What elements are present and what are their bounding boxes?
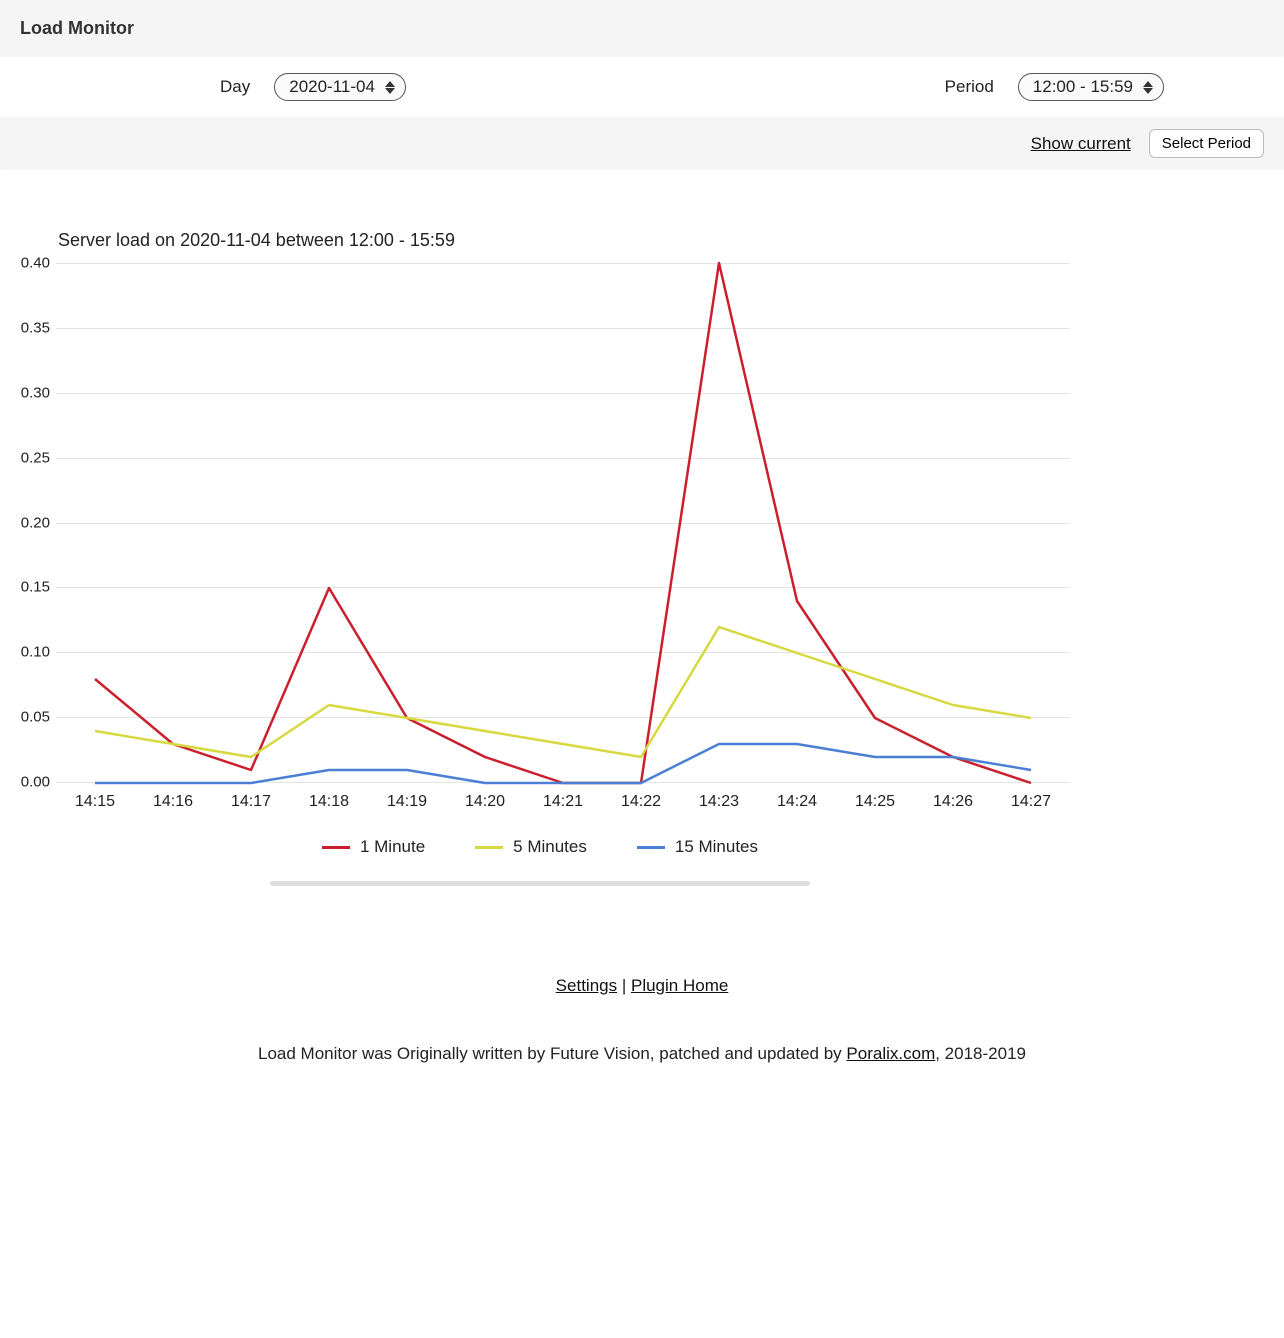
poralix-link[interactable]: Poralix.com	[846, 1044, 935, 1063]
x-tick-label: 14:16	[134, 793, 212, 811]
legend-swatch	[637, 846, 665, 849]
x-tick-label: 14:23	[680, 793, 758, 811]
x-tick-label: 14:24	[758, 793, 836, 811]
day-label: Day	[220, 77, 250, 97]
period-select-value: 12:00 - 15:59	[1033, 77, 1133, 97]
y-tick-label: 0.35	[10, 319, 50, 336]
y-tick-label: 0.10	[10, 644, 50, 661]
actions-bar: Show current Select Period	[0, 117, 1284, 170]
y-tick-label: 0.40	[10, 255, 50, 272]
select-period-button[interactable]: Select Period	[1149, 129, 1264, 158]
y-tick-label: 0.15	[10, 579, 50, 596]
y-tick-label: 0.30	[10, 384, 50, 401]
page-title: Load Monitor	[20, 18, 1264, 39]
controls-row: Day 2020-11-04 Period 12:00 - 15:59	[0, 57, 1284, 117]
x-tick-label: 14:25	[836, 793, 914, 811]
plugin-home-link[interactable]: Plugin Home	[631, 976, 728, 995]
x-tick-label: 14:20	[446, 793, 524, 811]
chevron-updown-icon	[385, 81, 395, 94]
legend-item-5min: 5 Minutes	[475, 837, 587, 857]
credit-text: , 2018-2019	[935, 1044, 1026, 1063]
chart-container: 0.000.050.100.150.200.250.300.350.40 14:…	[10, 263, 1070, 886]
credit-text: Load Monitor was Originally written by F…	[258, 1044, 846, 1063]
day-select-value: 2020-11-04	[289, 77, 375, 97]
x-tick-label: 14:19	[368, 793, 446, 811]
day-select[interactable]: 2020-11-04	[274, 73, 406, 101]
y-tick-label: 0.20	[10, 514, 50, 531]
legend-swatch	[475, 846, 503, 849]
y-tick-label: 0.05	[10, 709, 50, 726]
x-tick-label: 14:21	[524, 793, 602, 811]
legend-swatch	[322, 846, 350, 849]
footer-credit: Load Monitor was Originally written by F…	[0, 1044, 1284, 1064]
legend-item-1min: 1 Minute	[322, 837, 425, 857]
chart-legend: 1 Minute 5 Minutes 15 Minutes	[10, 837, 1070, 857]
series-line	[95, 627, 1031, 757]
separator: |	[617, 976, 631, 995]
legend-item-15min: 15 Minutes	[637, 837, 758, 857]
x-tick-label: 14:18	[290, 793, 368, 811]
footer-links: Settings | Plugin Home	[0, 976, 1284, 996]
x-tick-label: 14:26	[914, 793, 992, 811]
series-line	[95, 263, 1031, 783]
chevron-updown-icon	[1143, 81, 1153, 94]
x-axis: 14:1514:1614:1714:1814:1914:2014:2114:22…	[56, 793, 1070, 811]
chart-plot: 0.000.050.100.150.200.250.300.350.40	[56, 263, 1070, 783]
chart-title: Server load on 2020-11-04 between 12:00 …	[58, 230, 1274, 251]
x-tick-label: 14:17	[212, 793, 290, 811]
y-tick-label: 0.25	[10, 449, 50, 466]
legend-label: 1 Minute	[360, 837, 425, 857]
show-current-link[interactable]: Show current	[1031, 134, 1131, 154]
legend-label: 15 Minutes	[675, 837, 758, 857]
settings-link[interactable]: Settings	[556, 976, 617, 995]
period-select[interactable]: 12:00 - 15:59	[1018, 73, 1164, 101]
x-tick-label: 14:27	[992, 793, 1070, 811]
footer: Settings | Plugin Home Load Monitor was …	[0, 976, 1284, 1104]
legend-label: 5 Minutes	[513, 837, 587, 857]
x-tick-label: 14:15	[56, 793, 134, 811]
title-bar: Load Monitor	[0, 0, 1284, 57]
y-tick-label: 0.00	[10, 774, 50, 791]
chart-scrollbar[interactable]	[270, 881, 810, 886]
period-label: Period	[945, 77, 994, 97]
x-tick-label: 14:22	[602, 793, 680, 811]
chart-area: Server load on 2020-11-04 between 12:00 …	[0, 170, 1284, 896]
